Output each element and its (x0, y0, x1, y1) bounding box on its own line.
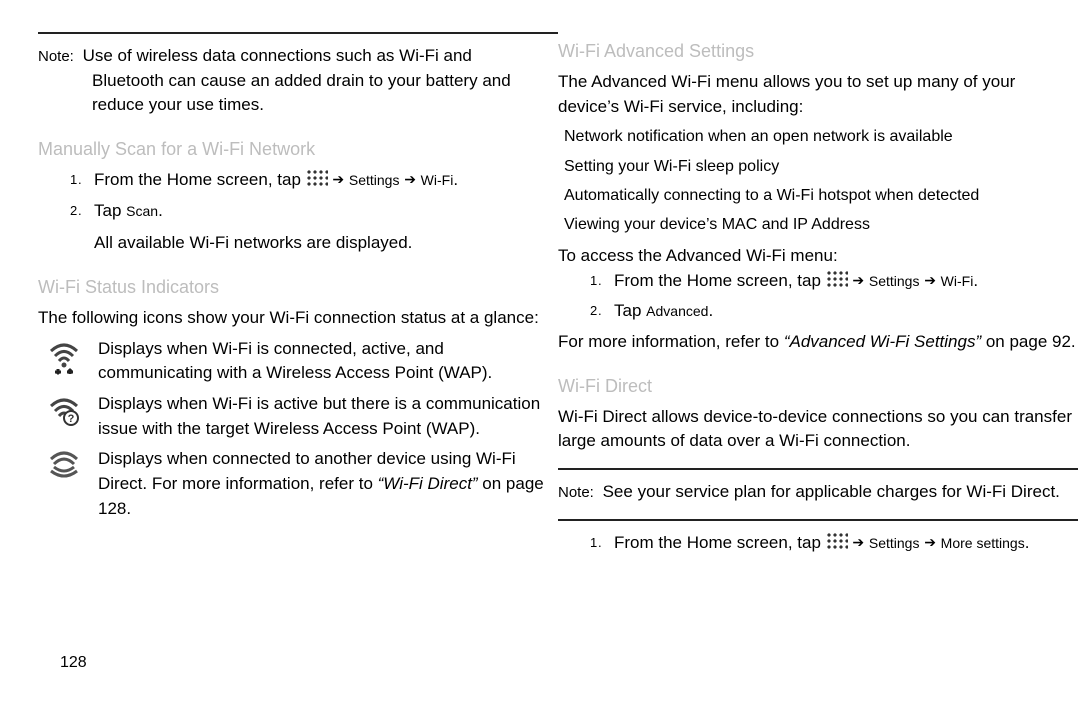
step-2: 2. Tap Scan. All available Wi-Fi network… (38, 199, 558, 256)
advanced-more-info: For more information, refer to “Advanced… (558, 330, 1078, 355)
wifi-label: Wi-Fi (421, 172, 454, 188)
apps-grid-icon (306, 169, 328, 189)
svg-text:?: ? (68, 413, 75, 425)
step1-text-a: From the Home screen, tap (94, 170, 301, 189)
wifi-direct-text: Wi-Fi Direct allows device-to-device con… (558, 405, 1078, 454)
manual-page: Note: Use of wireless data connections s… (0, 0, 1080, 720)
rule (38, 32, 558, 34)
wifi-direct-icon (38, 447, 90, 481)
advanced-bullets: Network notification when an open networ… (564, 125, 1078, 236)
heading-status-indicators: Wi-Fi Status Indicators (38, 274, 558, 300)
step2-after: All available Wi-Fi networks are display… (94, 231, 558, 256)
bullet-2: Setting your Wi-Fi sleep policy (564, 155, 1078, 178)
direct-step-1: 1. From the Home screen, tap ➔ Settings … (558, 531, 1078, 556)
indicator-row-connected: Displays when Wi-Fi is connected, active… (38, 337, 558, 386)
note-label: Note: (38, 48, 74, 65)
scan-label: Scan (126, 203, 158, 219)
arrow-icon: ➔ (404, 171, 416, 187)
bullet-4: Viewing your device’s MAC and IP Address (564, 213, 1078, 236)
steps-advanced: 1. From the Home screen, tap ➔ Settings … (558, 269, 1078, 324)
indicator-row-issue: ? Displays when Wi-Fi is active but ther… (38, 392, 558, 441)
heading-wifi-direct: Wi-Fi Direct (558, 373, 1078, 399)
indicator-text-direct: Displays when connected to another devic… (90, 447, 558, 521)
bullet-1: Network notification when an open networ… (564, 125, 1078, 148)
step-1: 1. From the Home screen, tap ➔ Settings … (38, 168, 558, 193)
arrow-icon: ➔ (852, 534, 864, 550)
heading-manual-scan: Manually Scan for a Wi-Fi Network (38, 136, 558, 162)
steps-manual-scan: 1. From the Home screen, tap ➔ Settings … (38, 168, 558, 256)
wifi-connected-icon (38, 337, 90, 375)
step2-text-a: Tap (94, 201, 121, 220)
status-intro: The following icons show your Wi-Fi conn… (38, 306, 558, 331)
rule (558, 468, 1078, 470)
heading-advanced: Wi-Fi Advanced Settings (558, 38, 1078, 64)
adv-step-1: 1. From the Home screen, tap ➔ Settings … (558, 269, 1078, 294)
bullet-3: Automatically connecting to a Wi-Fi hots… (564, 184, 1078, 207)
wifi-issue-icon: ? (38, 392, 90, 426)
right-column: Wi-Fi Advanced Settings The Advanced Wi-… (558, 32, 1078, 561)
advanced-intro: The Advanced Wi-Fi menu allows you to se… (558, 70, 1078, 119)
note-text-line1: Use of wireless data connections such as… (83, 46, 472, 65)
adv-step-2: 2. Tap Advanced. (558, 299, 1078, 324)
note-label: Note: (558, 484, 594, 501)
apps-grid-icon (826, 270, 848, 290)
arrow-icon: ➔ (852, 272, 864, 288)
note-text: See your service plan for applicable cha… (603, 482, 1060, 501)
arrow-icon: ➔ (332, 171, 344, 187)
note-block-direct: Note: See your service plan for applicab… (558, 480, 1078, 505)
note-text-line2: Bluetooth can cause an added drain to yo… (92, 69, 558, 118)
page-number: 128 (60, 654, 87, 672)
note-block: Note: Use of wireless data connections s… (38, 44, 558, 118)
steps-direct: 1. From the Home screen, tap ➔ Settings … (558, 531, 1078, 556)
apps-grid-icon (826, 532, 848, 552)
indicator-text-issue: Displays when Wi-Fi is active but there … (90, 392, 558, 441)
left-column: Note: Use of wireless data connections s… (38, 32, 558, 521)
arrow-icon: ➔ (924, 272, 936, 288)
arrow-icon: ➔ (924, 534, 936, 550)
indicator-row-direct: Displays when connected to another devic… (38, 447, 558, 521)
settings-label: Settings (349, 172, 400, 188)
advanced-access: To access the Advanced Wi-Fi menu: (558, 244, 1078, 269)
rule (558, 519, 1078, 521)
indicator-text-connected: Displays when Wi-Fi is connected, active… (90, 337, 558, 386)
